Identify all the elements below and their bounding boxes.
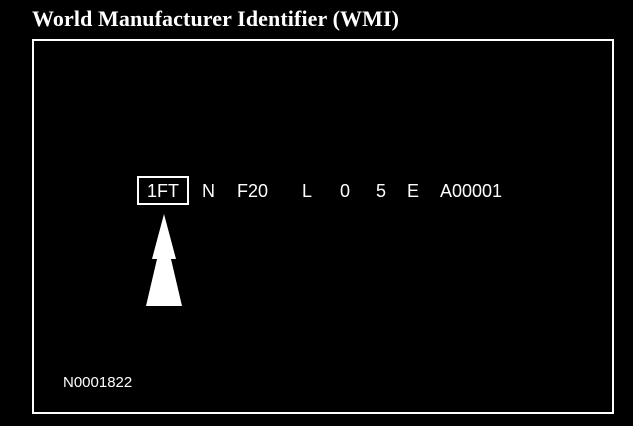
up-arrow-icon: [146, 214, 182, 306]
vin-wmi: 1FT: [146, 181, 179, 201]
diagram-title: World Manufacturer Identifier (WMI): [32, 6, 400, 31]
vin-segment-engine: L: [302, 181, 313, 201]
vin-segment-model-year: 5: [376, 181, 387, 201]
diagram-frame: [32, 39, 614, 414]
reference-code: N0001822: [63, 374, 133, 391]
diagram-canvas: World Manufacturer Identifier (WMI) 1FT …: [0, 0, 633, 426]
vin-segment-restraint: N: [202, 181, 215, 201]
vin-segment-check-digit: 0: [340, 181, 351, 201]
vin-segment-serial: A00001: [440, 181, 503, 201]
vin-segment-plant: E: [407, 181, 420, 201]
vin-segment-model: F20: [237, 181, 269, 201]
